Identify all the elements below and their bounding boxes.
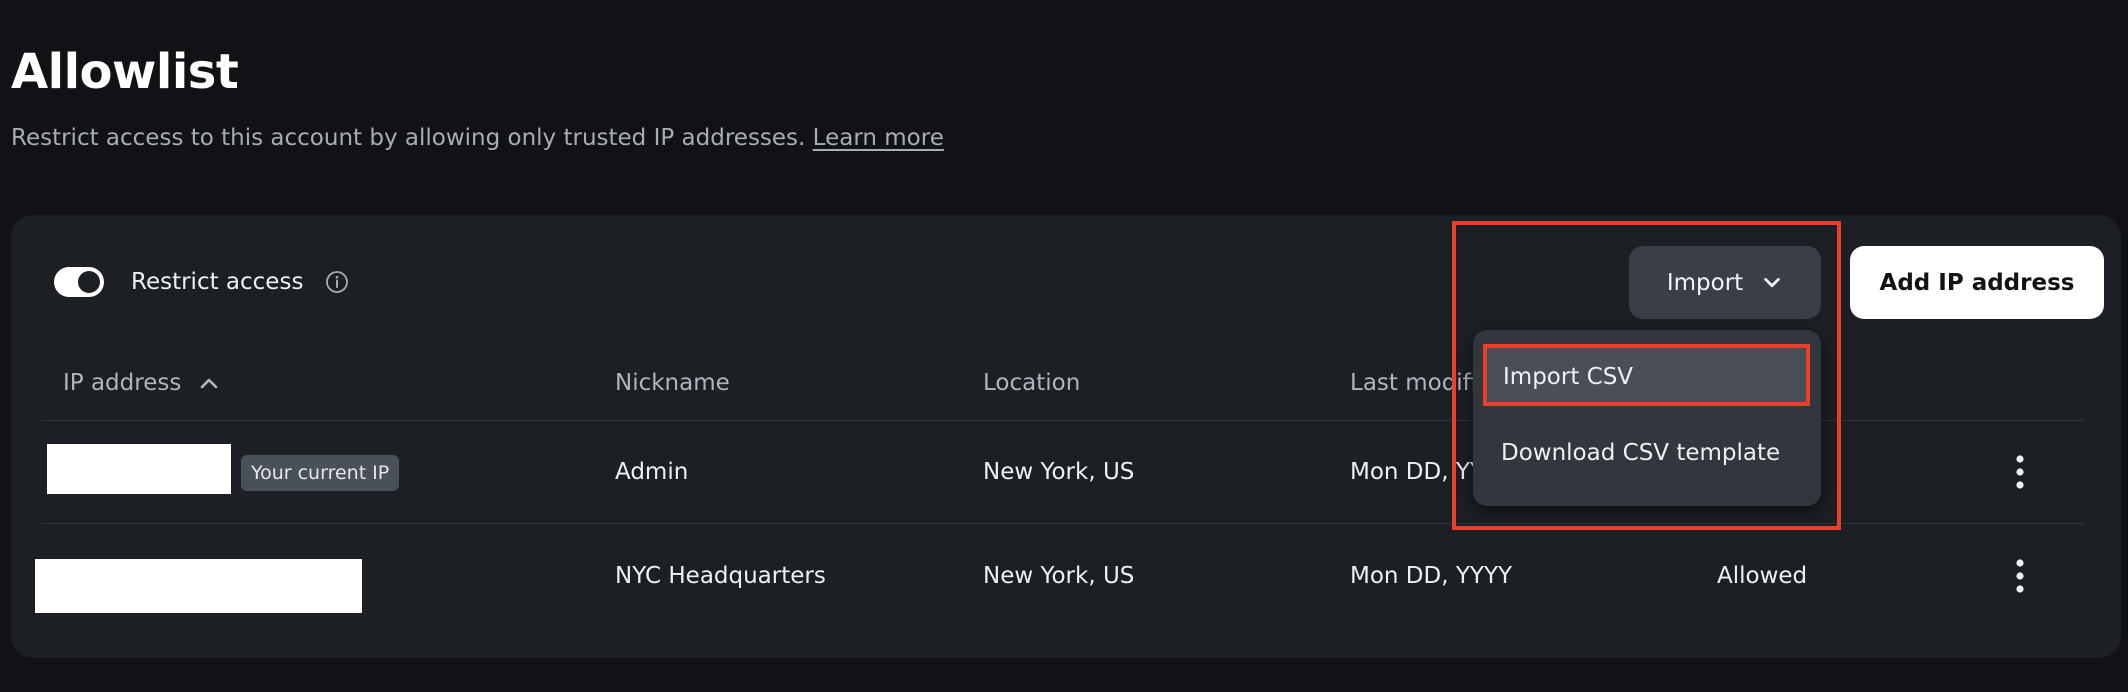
learn-more-link[interactable]: Learn more [813, 125, 944, 151]
column-header-nickname[interactable]: Nickname [615, 370, 730, 396]
info-icon[interactable] [325, 270, 349, 294]
current-ip-badge: Your current IP [241, 455, 400, 491]
toggle-knob [78, 271, 100, 293]
location-cell: New York, US [983, 459, 1135, 485]
status-cell: Allowed [1717, 563, 1808, 589]
redacted-ip [47, 444, 231, 494]
location-cell: New York, US [983, 563, 1135, 589]
column-header-location[interactable]: Location [983, 370, 1080, 396]
column-header-ip-label: IP address [63, 370, 182, 396]
page-subtitle: Restrict access to this account by allow… [11, 125, 944, 151]
column-header-ip-address[interactable]: IP address [63, 370, 221, 396]
chevron-up-icon [201, 378, 218, 389]
subtitle-text: Restrict access to this account by allow… [11, 125, 806, 151]
highlight-box-import-csv [1483, 344, 1810, 406]
add-ip-address-button[interactable]: Add IP address [1850, 246, 2104, 319]
last-modified-cell: Mon DD, YYYY [1350, 563, 1513, 589]
restrict-access-label: Restrict access [131, 269, 304, 295]
page-title: Allowlist [11, 44, 239, 100]
restrict-access-toggle[interactable] [54, 267, 104, 297]
nickname-cell: NYC Headquarters [615, 563, 826, 589]
nickname-cell: Admin [615, 459, 689, 485]
allowlist-page: Allowlist Restrict access to this accoun… [0, 0, 2128, 692]
row-actions-button[interactable] [2005, 556, 2035, 596]
row-actions-button[interactable] [2005, 452, 2035, 492]
more-vertical-icon [2016, 455, 2024, 489]
redacted-ip [35, 559, 362, 613]
more-vertical-icon [2016, 559, 2024, 593]
